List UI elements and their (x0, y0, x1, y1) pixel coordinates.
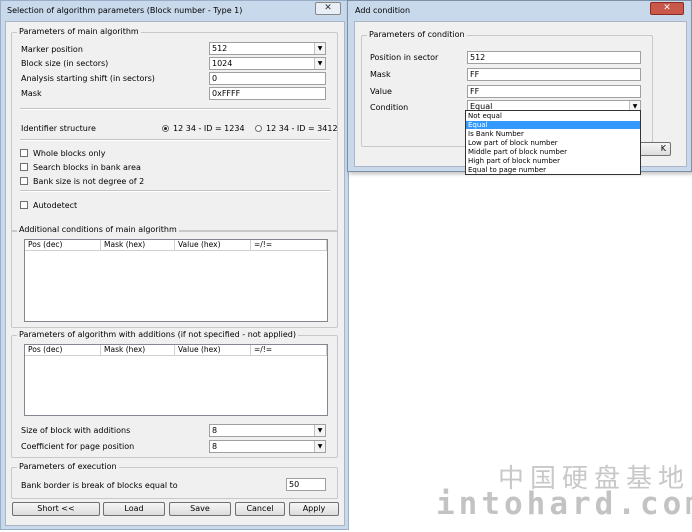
value-input[interactable]: FF (467, 85, 641, 98)
option-low-part[interactable]: Low part of block number (466, 139, 640, 147)
shift-label: Analysis starting shift (in sectors) (21, 74, 155, 83)
chevron-down-icon: ▼ (314, 58, 325, 69)
option-high-part[interactable]: High part of block number (466, 157, 640, 165)
conditions-list[interactable]: Pos (dec) Mask (hex) Value (hex) =/!= (24, 239, 328, 322)
marker-position-value: 512 (212, 44, 228, 53)
divider (20, 108, 330, 110)
bank-border-label: Bank border is break of blocks equal to (21, 481, 178, 490)
condition-label: Condition (370, 103, 409, 112)
bank-size-label: Bank size is not degree of 2 (33, 177, 145, 186)
block-size-value: 1024 (212, 59, 233, 68)
shift-input[interactable]: 0 (209, 72, 326, 85)
marker-position-select[interactable]: 512 ▼ (209, 42, 326, 55)
radio-3412[interactable] (255, 125, 262, 132)
dialog-title: Selection of algorithm parameters (Block… (7, 6, 243, 15)
bank-size-checkbox[interactable] (20, 177, 28, 185)
size-block-value: 8 (212, 426, 218, 435)
additions-group: Parameters of algorithm with additions (… (11, 330, 338, 458)
marker-position-label: Marker position (21, 45, 83, 54)
column-header-mask[interactable]: Mask (hex) (101, 240, 175, 251)
mask-label: Mask (21, 89, 42, 98)
option-middle-part[interactable]: Middle part of block number (466, 148, 640, 156)
whole-blocks-checkbox[interactable] (20, 149, 28, 157)
chevron-down-icon: ▼ (314, 43, 325, 54)
autodetect-checkbox[interactable] (20, 201, 28, 209)
option-equal-page[interactable]: Equal to page number (466, 166, 640, 174)
group-title: Parameters of condition (367, 30, 467, 39)
group-title: Parameters of main algorithm (17, 27, 141, 36)
divider (20, 190, 330, 192)
identifier-structure-label: Identifier structure (21, 124, 96, 133)
watermark-site: intohard.com (436, 486, 692, 522)
dialog-client: Parameters of main algorithm Marker posi… (5, 21, 345, 526)
group-title: Parameters of algorithm with additions (… (17, 330, 298, 339)
save-button[interactable]: Save (169, 502, 231, 516)
group-title: Additional conditions of main algorithm (17, 225, 179, 234)
dialog-title: Add condition (355, 6, 411, 15)
additions-list[interactable]: Pos (dec) Mask (hex) Value (hex) =/!= (24, 344, 328, 416)
close-button[interactable]: ✕ (315, 2, 341, 15)
block-size-label: Block size (in sectors) (21, 59, 109, 68)
value-label: Value (370, 87, 392, 96)
condition-dropdown-list[interactable]: Not equal Equal Is Bank Number Low part … (465, 110, 641, 175)
column-header-pos[interactable]: Pos (dec) (25, 345, 101, 356)
column-header-value[interactable]: Value (hex) (175, 240, 251, 251)
short-button[interactable]: Short << (12, 502, 100, 516)
option-not-equal[interactable]: Not equal (466, 112, 640, 120)
coefficient-select[interactable]: 8 ▼ (209, 440, 326, 453)
coefficient-value: 8 (212, 442, 218, 451)
position-input[interactable]: 512 (467, 51, 641, 64)
search-blocks-label: Search blocks in bank area (33, 163, 141, 172)
load-button[interactable]: Load (103, 502, 165, 516)
column-header-mask[interactable]: Mask (hex) (101, 345, 175, 356)
mask-input[interactable]: 0xFFFF (209, 87, 326, 100)
position-label: Position in sector (370, 53, 439, 62)
coefficient-label: Coefficient for page position (21, 442, 135, 451)
size-block-select[interactable]: 8 ▼ (209, 424, 326, 437)
algorithm-parameters-dialog: Selection of algorithm parameters (Block… (0, 0, 349, 530)
main-params-group: Parameters of main algorithm Marker posi… (11, 27, 338, 232)
close-button[interactable]: ✕ (650, 2, 684, 15)
size-block-label: Size of block with additions (21, 426, 131, 435)
column-header-eq[interactable]: =/!= (251, 345, 327, 356)
column-header-pos[interactable]: Pos (dec) (25, 240, 101, 251)
mask-input[interactable]: FF (467, 68, 641, 81)
apply-button[interactable]: Apply (289, 502, 339, 516)
option-equal[interactable]: Equal (466, 121, 640, 129)
chevron-down-icon: ▼ (314, 425, 325, 436)
additional-conditions-group: Additional conditions of main algorithm … (11, 225, 338, 328)
execution-group: Parameters of execution Bank border is b… (11, 462, 338, 499)
radio-1234-label: 12 34 - ID = 1234 (173, 124, 245, 133)
mask-label: Mask (370, 70, 391, 79)
radio-3412-label: 12 34 - ID = 3412 (266, 124, 338, 133)
bank-border-input[interactable]: 50 (286, 478, 326, 491)
whole-blocks-label: Whole blocks only (33, 149, 106, 158)
search-blocks-checkbox[interactable] (20, 163, 28, 171)
column-header-value[interactable]: Value (hex) (175, 345, 251, 356)
block-size-select[interactable]: 1024 ▼ (209, 57, 326, 70)
group-title: Parameters of execution (17, 462, 119, 471)
chevron-down-icon: ▼ (314, 441, 325, 452)
radio-1234[interactable] (162, 125, 169, 132)
column-header-eq[interactable]: =/!= (251, 240, 327, 251)
autodetect-label: Autodetect (33, 201, 78, 210)
cancel-button[interactable]: Cancel (235, 502, 285, 516)
option-is-bank-number[interactable]: Is Bank Number (466, 130, 640, 138)
divider (20, 139, 330, 141)
